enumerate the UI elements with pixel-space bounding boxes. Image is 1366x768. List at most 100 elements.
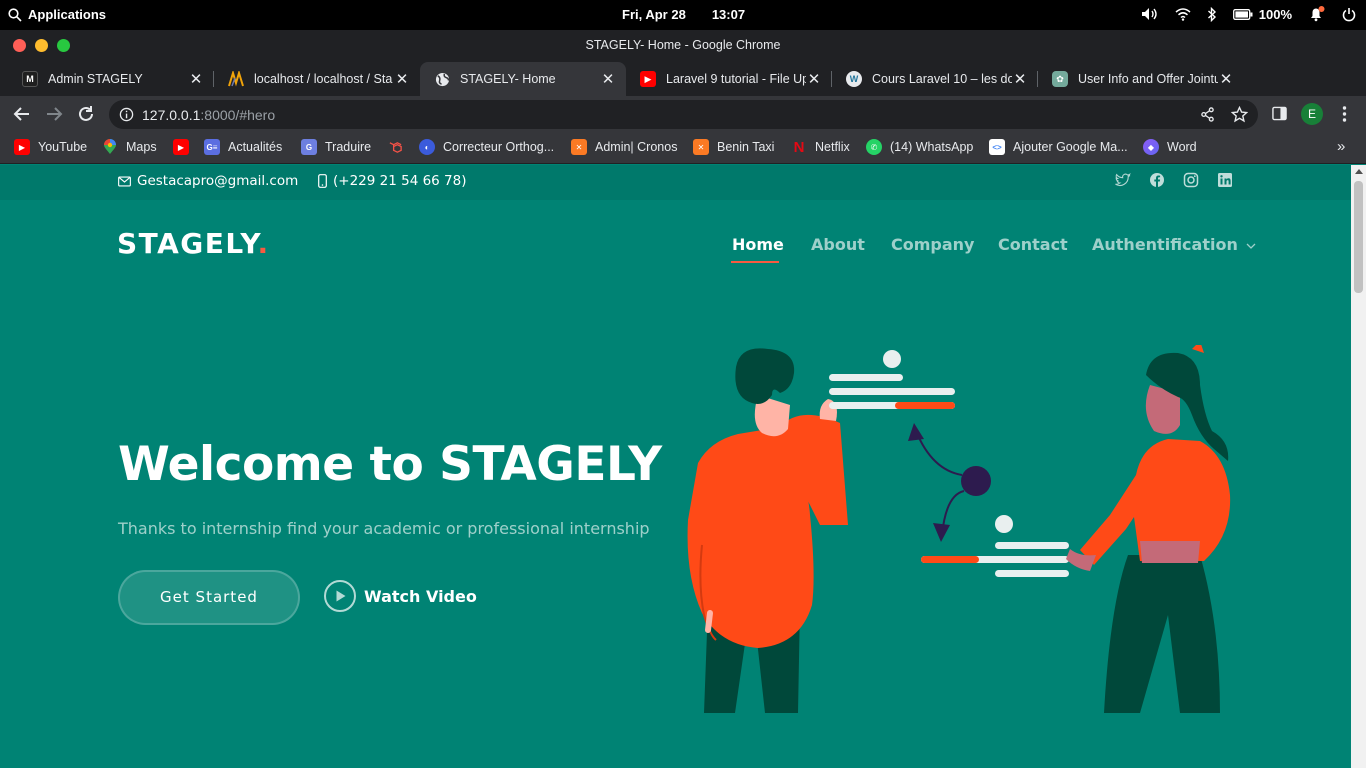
wifi-icon — [1175, 7, 1191, 21]
globe-icon — [434, 71, 450, 87]
nav-authentification-label: Authentification — [1092, 235, 1238, 254]
clock-time: 13:07 — [711, 7, 746, 22]
news-icon: G≡ — [204, 139, 220, 155]
side-panel-icon[interactable] — [1272, 106, 1287, 121]
close-tab-icon[interactable]: ✕ — [394, 70, 410, 88]
tab-title: Cours Laravel 10 – les dor — [872, 72, 1012, 86]
tab-user-info[interactable]: ✿ User Info and Offer Jointu ✕ — [1038, 62, 1244, 96]
bluetooth-icon — [1207, 6, 1216, 22]
close-tab-icon[interactable]: ✕ — [806, 70, 822, 88]
page-scrollbar[interactable] — [1351, 165, 1366, 768]
scrollbar-thumb[interactable] — [1354, 181, 1363, 293]
web-page: Gestacapro@gmail.com (+229 21 54 66 78) … — [0, 165, 1351, 768]
maps-pin-icon — [102, 139, 118, 155]
close-tab-icon[interactable]: ✕ — [1012, 70, 1028, 88]
scroll-up-arrow-icon[interactable] — [1355, 169, 1363, 174]
tab-admin-stagely[interactable]: M Admin STAGELY ✕ — [8, 62, 214, 96]
bookmark-label: Word — [1167, 140, 1197, 154]
contact-phone[interactable]: (+229 21 54 66 78) — [318, 173, 467, 189]
nav-home[interactable]: Home — [732, 235, 784, 254]
system-top-bar: Applications Fri, Apr 28 13:07 100% — [0, 0, 1366, 30]
tab-strip: M Admin STAGELY ✕ localhost / localhost … — [0, 62, 1366, 151]
bookmark-label: Actualités — [228, 140, 283, 154]
hero-subtitle: Thanks to internship find your academic … — [118, 519, 650, 538]
applications-label: Applications — [28, 7, 107, 22]
back-arrow-icon[interactable] — [12, 104, 32, 124]
xampp-icon: ✕ — [571, 139, 587, 155]
close-tab-icon[interactable]: ✕ — [600, 70, 616, 88]
bookmark-youtube-2[interactable]: ▶ — [173, 139, 189, 155]
bookmark-ajouter-google-maps[interactable]: <> Ajouter Google Ma... — [989, 139, 1128, 155]
bookmark-word[interactable]: ◆ Word — [1143, 139, 1197, 155]
clock[interactable]: Fri, Apr 28 13:07 — [622, 7, 745, 22]
play-circle-icon — [324, 580, 356, 612]
bookmark-star-icon[interactable] — [1231, 106, 1248, 123]
facebook-icon[interactable] — [1149, 172, 1165, 188]
site-logo[interactable]: STAGELY. — [117, 227, 270, 260]
forward-arrow-icon[interactable] — [44, 104, 64, 124]
netflix-icon: N — [793, 138, 805, 156]
tab-title: localhost / localhost / Sta — [254, 72, 393, 86]
instagram-icon[interactable] — [1183, 172, 1199, 188]
address-bar[interactable]: 127.0.0.1:8000/#hero — [109, 100, 1258, 129]
share-icon[interactable] — [1200, 107, 1215, 122]
word-icon: ◆ — [1143, 139, 1159, 155]
tab-title: User Info and Offer Jointu — [1078, 72, 1218, 86]
active-nav-underline — [731, 261, 779, 263]
bookmark-youtube[interactable]: ▶ YouTube — [14, 139, 87, 155]
window-title-bar: STAGELY- Home - Google Chrome — [0, 30, 1366, 62]
url-text: 127.0.0.1:8000/#hero — [142, 107, 275, 123]
bookmarks-bar: ▶ YouTube Maps ▶ G≡ Actualités G Traduir… — [0, 132, 1366, 164]
more-menu-icon[interactable] — [1342, 106, 1347, 122]
bookmark-traduire[interactable]: G Traduire — [301, 139, 371, 155]
tab-laravel-tutorial[interactable]: ▶ Laravel 9 tutorial - File Up ✕ — [626, 62, 832, 96]
get-started-button[interactable]: Get Started — [118, 570, 300, 625]
logo-dot: . — [257, 227, 270, 260]
power-icon — [1342, 7, 1356, 21]
laravel-icon — [387, 139, 403, 155]
nav-authentification[interactable]: Authentification — [1092, 235, 1256, 254]
battery-icon — [1232, 8, 1253, 20]
bookmark-benin-taxi[interactable]: ✕ Benin Taxi — [693, 139, 774, 155]
bookmark-laravel[interactable] — [387, 139, 403, 155]
volume-icon — [1141, 8, 1157, 20]
bookmark-whatsapp[interactable]: ✆ (14) WhatsApp — [866, 139, 973, 155]
nav-company[interactable]: Company — [891, 235, 974, 254]
bookmark-label: Netflix — [815, 140, 850, 154]
logo-text: STAGELY — [117, 227, 258, 260]
bookmark-maps[interactable]: Maps — [102, 139, 157, 155]
tab-stagely-home[interactable]: STAGELY- Home ✕ — [420, 62, 626, 96]
url-host: 127.0.0.1 — [142, 107, 201, 123]
tab-phpmyadmin[interactable]: localhost / localhost / Sta ✕ — [214, 62, 420, 96]
envelope-icon — [118, 175, 131, 187]
bookmark-correcteur[interactable]: ◐ Correcteur Orthog... — [419, 139, 554, 155]
reload-icon[interactable] — [76, 104, 96, 124]
nav-contact[interactable]: Contact — [998, 235, 1068, 254]
phone-text: (+229 21 54 66 78) — [333, 173, 467, 189]
chevron-down-icon — [1246, 243, 1256, 249]
wordpress-icon: W — [846, 71, 862, 87]
phone-icon — [318, 174, 327, 188]
linkedin-icon[interactable] — [1217, 172, 1233, 188]
nav-about[interactable]: About — [811, 235, 865, 254]
bookmark-label: Maps — [126, 140, 157, 154]
bookmark-label: Correcteur Orthog... — [443, 140, 555, 154]
bookmarks-overflow-chevron-icon[interactable]: » — [1337, 138, 1345, 155]
translate-icon: G — [301, 139, 317, 155]
system-tray[interactable]: 100% — [1141, 6, 1356, 22]
bookmark-netflix[interactable]: N Netflix — [791, 138, 850, 156]
contact-email[interactable]: Gestacapro@gmail.com — [118, 173, 298, 189]
profile-avatar[interactable]: E — [1301, 103, 1323, 125]
applications-menu[interactable]: Applications — [8, 7, 106, 22]
bookmark-actualites[interactable]: G≡ Actualités — [204, 139, 282, 155]
tab-cours-laravel[interactable]: W Cours Laravel 10 – les dor ✕ — [832, 62, 1038, 96]
bookmark-label: YouTube — [38, 140, 88, 154]
twitter-icon[interactable] — [1115, 172, 1131, 188]
watch-video-button[interactable]: Watch Video — [324, 580, 477, 612]
site-info-icon[interactable] — [119, 107, 134, 122]
phpmyadmin-icon — [228, 71, 244, 87]
bookmark-admin-cronos[interactable]: ✕ Admin| Cronos — [571, 139, 677, 155]
youtube-icon: ▶ — [640, 71, 656, 87]
close-tab-icon[interactable]: ✕ — [1218, 70, 1234, 88]
close-tab-icon[interactable]: ✕ — [188, 70, 204, 88]
